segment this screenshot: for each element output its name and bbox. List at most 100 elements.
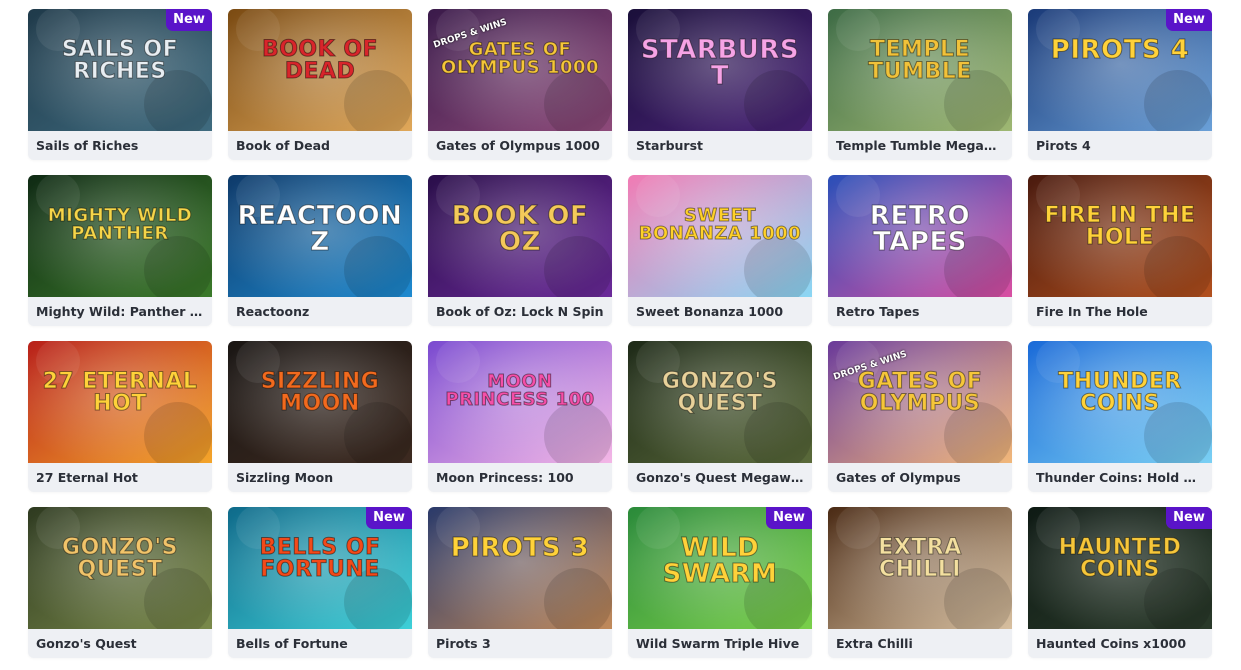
game-card[interactable]: 27 Eternal Hot 27 Eternal Hot — [28, 341, 212, 492]
game-title[interactable]: Sweet Bonanza 1000 — [636, 297, 804, 326]
game-logo-text: Pirots 3 — [450, 533, 590, 563]
game-title[interactable]: Gates of Olympus — [836, 463, 1004, 492]
game-logo-text: Moon Princess 100 — [445, 371, 595, 410]
game-thumbnail[interactable]: Fire In The Hole — [1028, 175, 1212, 297]
game-thumbnail[interactable]: Starburst — [628, 9, 812, 131]
bird-icon — [428, 507, 612, 629]
game-title[interactable]: Gonzo's Quest Megaways — [636, 463, 804, 492]
game-thumbnail[interactable]: Pirots 4 New — [1028, 9, 1212, 131]
game-grid: Sails of Riches New Sails of Riches Book of… — [0, 0, 1241, 670]
game-logo-text: Book of Dead — [261, 37, 379, 84]
game-thumbnail[interactable]: Reactoonz — [228, 175, 412, 297]
game-title[interactable]: Mighty Wild: Panther Grand Diamond Editi… — [36, 297, 204, 326]
game-title[interactable]: Haunted Coins x1000 — [1036, 629, 1204, 658]
game-card[interactable]: Retro Tapes Retro Tapes — [828, 175, 1012, 326]
game-logo-text: Bells of Fortune — [259, 535, 381, 582]
game-title[interactable]: Starburst — [636, 131, 804, 160]
game-thumbnail[interactable]: Sails of Riches New — [28, 9, 212, 131]
game-logo-text: 27 Eternal Hot — [42, 369, 198, 416]
game-logo-text: Sizzling Moon — [260, 369, 380, 416]
game-thumbnail[interactable]: 27 Eternal Hot — [28, 341, 212, 463]
game-thumbnail[interactable]: Moon Princess 100 — [428, 341, 612, 463]
game-title[interactable]: Wild Swarm Triple Hive — [636, 629, 804, 658]
game-card[interactable]: Mighty Wild Panther Mighty Wild: Panther … — [28, 175, 212, 326]
game-card[interactable]: Gates of Olympus 1000 DROPS & WINS Gates o… — [428, 9, 612, 160]
game-title[interactable]: Retro Tapes — [836, 297, 1004, 326]
game-title[interactable]: Fire In The Hole — [1036, 297, 1204, 326]
game-logo-text: Sails of Riches — [61, 37, 179, 84]
game-title[interactable]: 27 Eternal Hot — [36, 463, 204, 492]
game-thumbnail[interactable]: Mighty Wild Panther — [28, 175, 212, 297]
game-title[interactable]: Book of Dead — [236, 131, 404, 160]
game-card[interactable]: Bells of Fortune New Bells of Fortune — [228, 507, 412, 658]
game-thumbnail[interactable]: Gonzo's Quest — [628, 341, 812, 463]
game-logo-text: Sweet Bonanza 1000 — [638, 205, 802, 244]
game-thumbnail[interactable]: Gonzo's Quest — [28, 507, 212, 629]
game-card[interactable]: Book of Dead Book of Dead — [228, 9, 412, 160]
game-card[interactable]: Sizzling Moon Sizzling Moon — [228, 341, 412, 492]
game-title[interactable]: Book of Oz: Lock N Spin — [436, 297, 604, 326]
game-card[interactable]: Book of Oz Book of Oz: Lock N Spin — [428, 175, 612, 326]
game-card[interactable]: Moon Princess 100 Moon Princess: 100 — [428, 341, 612, 492]
game-thumbnail[interactable]: Gates of Olympus DROPS & WINS — [828, 341, 1012, 463]
game-card[interactable]: Wild Swarm New Wild Swarm Triple Hive — [628, 507, 812, 658]
game-card[interactable]: Sails of Riches New Sails of Riches — [28, 9, 212, 160]
game-logo-text: Gates of Olympus 1000 — [440, 39, 600, 78]
game-logo-text: Wild Swarm — [662, 533, 778, 589]
new-badge: New — [366, 507, 412, 529]
game-logo-text: Mighty Wild Panther — [47, 205, 193, 244]
game-title[interactable]: Reactoonz — [236, 297, 404, 326]
game-thumbnail[interactable]: Haunted Coins New — [1028, 507, 1212, 629]
game-thumbnail[interactable]: Thunder Coins — [1028, 341, 1212, 463]
game-thumbnail[interactable]: Book of Oz — [428, 175, 612, 297]
game-title[interactable]: Gonzo's Quest — [36, 629, 204, 658]
new-badge: New — [1166, 9, 1212, 31]
game-logo-text: Thunder Coins — [1058, 369, 1182, 416]
game-thumbnail[interactable]: Bells of Fortune New — [228, 507, 412, 629]
game-thumbnail[interactable]: Sizzling Moon — [228, 341, 412, 463]
game-card[interactable]: Gonzo's Quest Gonzo's Quest Megaways — [628, 341, 812, 492]
game-title[interactable]: Pirots 3 — [436, 629, 604, 658]
game-logo-text: Starburst — [640, 35, 800, 91]
game-card[interactable]: Extra Chilli Extra Chilli — [828, 507, 1012, 658]
game-logo-text: Gonzo's Quest — [662, 369, 778, 416]
new-badge: New — [166, 9, 212, 31]
game-card[interactable]: Reactoonz Reactoonz — [228, 175, 412, 326]
game-card[interactable]: Temple Tumble Temple Tumble Megaways — [828, 9, 1012, 160]
game-title[interactable]: Sails of Riches — [36, 131, 204, 160]
game-title[interactable]: Extra Chilli — [836, 629, 1004, 658]
game-title[interactable]: Gates of Olympus 1000 — [436, 131, 604, 160]
game-logo-text: Fire In The Hole — [1044, 203, 1196, 250]
game-thumbnail[interactable]: Temple Tumble — [828, 9, 1012, 131]
game-logo-text: Gonzo's Quest — [62, 535, 178, 582]
game-card[interactable]: Haunted Coins New Haunted Coins x1000 — [1028, 507, 1212, 658]
game-thumbnail[interactable]: Extra Chilli — [828, 507, 1012, 629]
game-logo-text: Pirots 4 — [1050, 35, 1190, 65]
game-title[interactable]: Bells of Fortune — [236, 629, 404, 658]
game-card[interactable]: Pirots 4 New Pirots 4 — [1028, 9, 1212, 160]
game-logo-text: Retro Tapes — [869, 201, 971, 257]
game-thumbnail[interactable]: Book of Dead — [228, 9, 412, 131]
game-thumbnail[interactable]: Wild Swarm New — [628, 507, 812, 629]
game-thumbnail[interactable]: Retro Tapes — [828, 175, 1012, 297]
game-card[interactable]: Gates of Olympus DROPS & WINS Gates of Oly… — [828, 341, 1012, 492]
game-title[interactable]: Sizzling Moon — [236, 463, 404, 492]
game-card[interactable]: Thunder Coins Thunder Coins: Hold and Win — [1028, 341, 1212, 492]
game-card[interactable]: Pirots 3 Pirots 3 — [428, 507, 612, 658]
game-thumbnail[interactable]: Sweet Bonanza 1000 — [628, 175, 812, 297]
game-title[interactable]: Pirots 4 — [1036, 131, 1204, 160]
game-title[interactable]: Moon Princess: 100 — [436, 463, 604, 492]
game-logo-text: Gates of Olympus — [857, 369, 983, 416]
game-logo-text: Extra Chilli — [878, 535, 962, 582]
game-card[interactable]: Starburst Starburst — [628, 9, 812, 160]
game-card[interactable]: Sweet Bonanza 1000 Sweet Bonanza 1000 — [628, 175, 812, 326]
game-thumbnail[interactable]: Pirots 3 — [428, 507, 612, 629]
game-card[interactable]: Fire In The Hole Fire In The Hole — [1028, 175, 1212, 326]
game-thumbnail[interactable]: Gates of Olympus 1000 DROPS & WINS — [428, 9, 612, 131]
game-title[interactable]: Temple Tumble Megaways — [836, 131, 1004, 160]
game-logo-text: Book of Oz — [451, 201, 589, 257]
game-card[interactable]: Gonzo's Quest Gonzo's Quest — [28, 507, 212, 658]
game-logo-text: Haunted Coins — [1058, 535, 1182, 582]
game-title[interactable]: Thunder Coins: Hold and Win — [1036, 463, 1204, 492]
new-badge: New — [766, 507, 812, 529]
